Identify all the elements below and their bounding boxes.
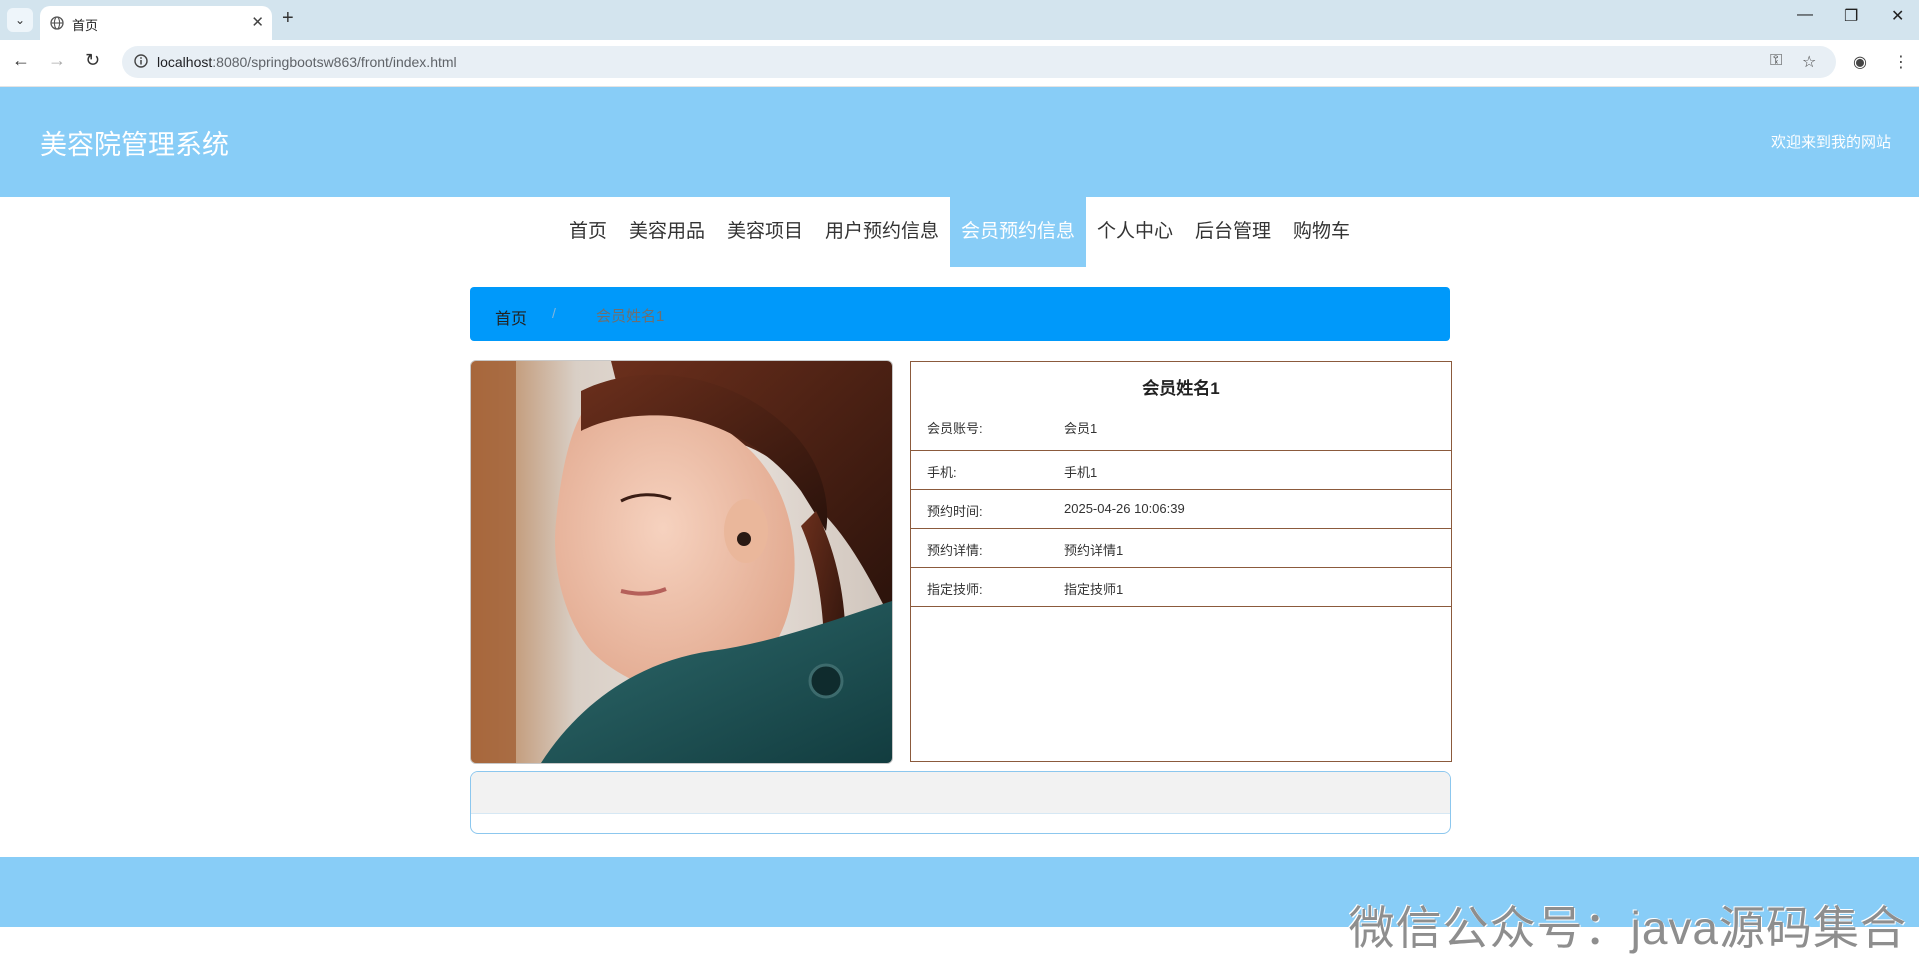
nav-item-cart[interactable]: 购物车 bbox=[1282, 197, 1361, 267]
reload-icon[interactable]: ↻ bbox=[85, 50, 100, 71]
site-header: 美容院管理系统 欢迎来到我的网站 bbox=[0, 87, 1919, 197]
info-icon[interactable] bbox=[134, 54, 148, 68]
detail-value: 预约详情1 bbox=[1064, 543, 1124, 558]
url-text: localhost:8080/springbootsw863/front/ind… bbox=[157, 54, 457, 70]
site-title: 美容院管理系统 bbox=[40, 130, 229, 160]
detail-label: 会员账号: bbox=[927, 421, 983, 436]
tab-title: 首页 bbox=[72, 18, 99, 33]
detail-row-phone: 手机: 手机1 bbox=[911, 451, 1451, 490]
tab-search-button[interactable]: ⌄ bbox=[7, 8, 33, 32]
browser-toolbar: ← → ↻ localhost:8080/springbootsw863/fro… bbox=[0, 40, 1919, 87]
portrait-image bbox=[471, 361, 892, 763]
detail-value: 2025-04-26 10:06:39 bbox=[1064, 501, 1185, 516]
browser-tab[interactable]: 首页 ✕ bbox=[40, 6, 272, 40]
detail-label: 预约详情: bbox=[927, 543, 983, 558]
breadcrumb-home-link[interactable]: 首页 bbox=[495, 305, 527, 329]
breadcrumb-current: 会员姓名1 bbox=[596, 308, 665, 325]
nav-item-home[interactable]: 首页 bbox=[558, 197, 618, 267]
content-panel bbox=[470, 771, 1451, 834]
nav-item-personal-center[interactable]: 个人中心 bbox=[1086, 197, 1184, 267]
detail-row-appointment-details: 预约详情: 预约详情1 bbox=[911, 529, 1451, 568]
nav-item-user-appointments[interactable]: 用户预约信息 bbox=[814, 197, 950, 267]
detail-value: 手机1 bbox=[1064, 465, 1098, 480]
url-host: localhost bbox=[157, 54, 213, 70]
member-detail-card: 会员姓名1 会员账号: 会员1 手机: 手机1 预约时间: 2025-04-26… bbox=[910, 361, 1452, 762]
nav-item-beauty-products[interactable]: 美容用品 bbox=[618, 197, 716, 267]
main-nav: 首页 美容用品 美容项目 用户预约信息 会员预约信息 个人中心 后台管理 购物车 bbox=[0, 197, 1919, 267]
welcome-text: 欢迎来到我的网站 bbox=[1770, 134, 1891, 151]
minimize-icon[interactable]: — bbox=[1797, 6, 1813, 24]
detail-value: 会员1 bbox=[1064, 421, 1098, 436]
kebab-menu-icon[interactable]: ⋮ bbox=[1893, 52, 1909, 72]
chevron-down-icon: ⌄ bbox=[14, 13, 26, 27]
window-close-icon[interactable]: ✕ bbox=[1891, 6, 1904, 26]
profile-icon[interactable]: ◉ bbox=[1853, 52, 1867, 72]
content-panel-header bbox=[471, 772, 1450, 814]
address-bar[interactable]: localhost:8080/springbootsw863/front/ind… bbox=[122, 46, 1836, 78]
member-photo bbox=[470, 360, 893, 764]
restore-icon[interactable]: ❐ bbox=[1844, 6, 1858, 26]
breadcrumb: 首页 / 会员姓名1 bbox=[470, 287, 1450, 341]
watermark-text: 微信公众号：java源码集合 bbox=[1348, 902, 1907, 954]
browser-tab-bar: ⌄ 首页 ✕ + — ❐ ✕ bbox=[0, 0, 1919, 40]
detail-value: 指定技师1 bbox=[1064, 582, 1124, 597]
detail-row-appointment-time: 预约时间: 2025-04-26 10:06:39 bbox=[911, 490, 1451, 529]
detail-label: 指定技师: bbox=[927, 582, 983, 597]
new-tab-button[interactable]: + bbox=[282, 7, 294, 30]
breadcrumb-separator: / bbox=[552, 305, 556, 321]
nav-item-admin[interactable]: 后台管理 bbox=[1184, 197, 1282, 267]
detail-row-account: 会员账号: 会员1 bbox=[911, 404, 1451, 451]
nav-item-member-appointments[interactable]: 会员预约信息 bbox=[950, 197, 1087, 267]
star-icon[interactable]: ☆ bbox=[1802, 52, 1816, 72]
arrow-left-icon[interactable]: ← bbox=[12, 50, 30, 71]
url-path: :8080/springbootsw863/front/index.html bbox=[212, 54, 457, 70]
arrow-right-icon[interactable]: → bbox=[48, 50, 66, 71]
globe-icon bbox=[50, 16, 64, 30]
close-icon[interactable]: ✕ bbox=[251, 13, 264, 31]
detail-label: 手机: bbox=[927, 465, 957, 480]
detail-label: 预约时间: bbox=[927, 504, 983, 519]
detail-title: 会员姓名1 bbox=[1142, 379, 1220, 398]
detail-row-technician: 指定技师: 指定技师1 bbox=[911, 568, 1451, 607]
key-icon[interactable]: ⚿ bbox=[1770, 52, 1782, 70]
nav-item-beauty-projects[interactable]: 美容项目 bbox=[716, 197, 814, 267]
